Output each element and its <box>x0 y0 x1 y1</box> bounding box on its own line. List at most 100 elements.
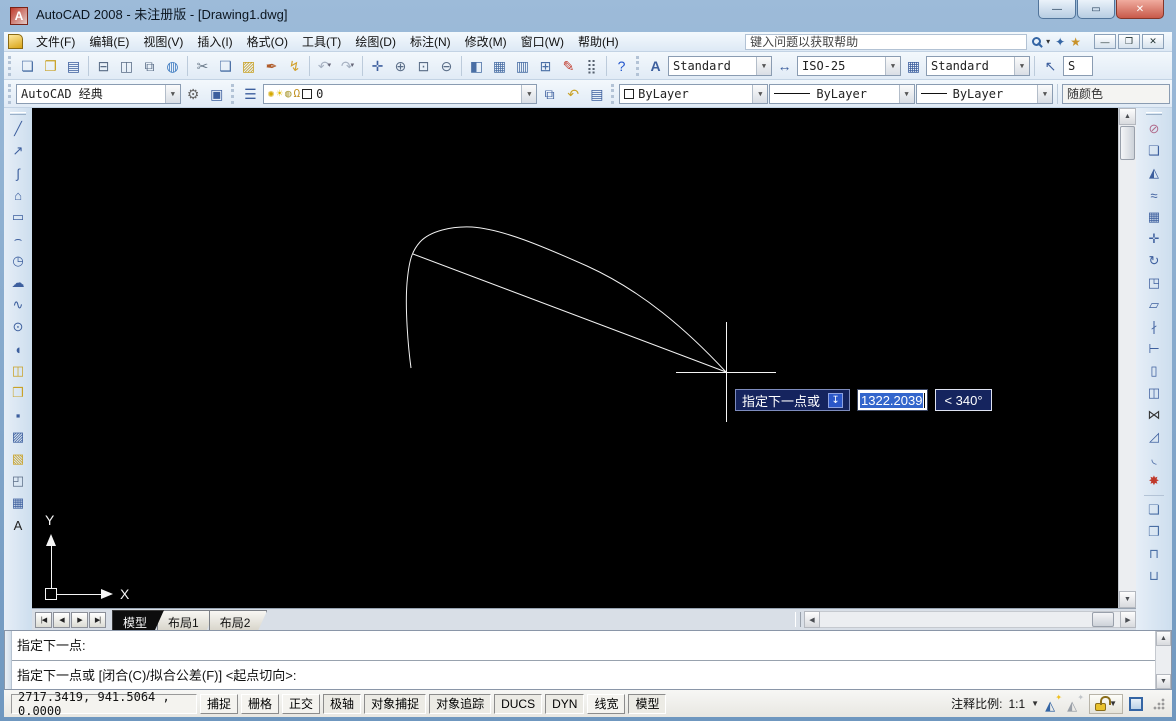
trim-button[interactable]: ∤ <box>1142 316 1166 338</box>
block-editor-button[interactable]: ↯ <box>283 54 306 77</box>
multiline-text-button[interactable]: A <box>6 514 30 536</box>
layer-previous-button[interactable]: ↶ <box>562 82 585 105</box>
chevron-down-icon[interactable]: ▼ <box>165 85 180 103</box>
tab-layout1[interactable]: 布局1 <box>157 610 216 630</box>
table-button[interactable]: ▦ <box>6 492 30 514</box>
spline-button[interactable]: ∿ <box>6 294 30 316</box>
search-icon[interactable] <box>1032 37 1041 46</box>
redo-button[interactable]: ↷▾ <box>336 54 359 77</box>
close-button[interactable]: ✕ <box>1116 0 1164 19</box>
dropdown-arrow-icon[interactable]: ▾ <box>351 62 355 69</box>
bring-above-objects-button[interactable]: ⊓ <box>1142 543 1166 565</box>
annotation-scale-dropdown-icon[interactable]: ▼ <box>1031 699 1039 708</box>
resize-grip[interactable] <box>1153 698 1165 710</box>
cut-button[interactable]: ✂ <box>191 54 214 77</box>
vertical-scroll-thumb[interactable] <box>1120 126 1135 160</box>
favorites-star-icon[interactable]: ★ <box>1070 35 1081 49</box>
join-button[interactable]: ⋈ <box>1142 404 1166 426</box>
explode-button[interactable]: ✸ <box>1142 470 1166 492</box>
toggle-otrack[interactable]: 对象追踪 <box>429 694 491 714</box>
tab-layout2[interactable]: 布局2 <box>209 610 268 630</box>
chevron-down-icon[interactable]: ▼ <box>1014 57 1029 75</box>
save-button[interactable]: ▤ <box>62 54 85 77</box>
horizontal-scroll-thumb[interactable] <box>1092 612 1114 627</box>
fillet-button[interactable]: ◟ <box>1142 448 1166 470</box>
maximize-button[interactable]: ▭ <box>1077 0 1115 19</box>
tab-first-button[interactable]: |◀ <box>35 612 52 628</box>
annotation-scale-value[interactable]: 1:1 <box>1008 697 1025 711</box>
menu-help[interactable]: 帮助(H) <box>571 31 626 52</box>
toolbar-grip[interactable] <box>611 84 614 104</box>
tool-palettes-button[interactable]: ▥ <box>511 54 534 77</box>
undo-button[interactable]: ↶▾ <box>313 54 336 77</box>
plot-style-combo[interactable]: 随颜色 <box>1062 84 1170 104</box>
search-dropdown-icon[interactable]: ▾ <box>1046 37 1050 46</box>
dim-style-combo[interactable]: ISO-25 ▼ <box>797 56 901 76</box>
dim-style-button[interactable]: ↔ <box>773 54 796 77</box>
dropdown-arrow-icon[interactable]: ▾ <box>328 62 332 69</box>
rotate-button[interactable]: ↻ <box>1142 250 1166 272</box>
break-button[interactable]: ◫ <box>1142 382 1166 404</box>
layer-lock-icon[interactable]: Ω <box>294 87 301 100</box>
markup-set-manager-button[interactable]: ✎ <box>557 54 580 77</box>
menu-edit[interactable]: 编辑(E) <box>82 31 136 52</box>
open-button[interactable]: ❐ <box>39 54 62 77</box>
scroll-down-icon[interactable]: ▼ <box>1119 591 1136 608</box>
send-under-objects-button[interactable]: ⊔ <box>1142 565 1166 587</box>
table-style-combo[interactable]: Standard ▼ <box>926 56 1030 76</box>
dyn-distance-input[interactable]: 1322.2039 <box>857 389 928 411</box>
scroll-up-icon[interactable]: ▲ <box>1156 631 1171 646</box>
chevron-down-icon[interactable]: ▼ <box>1037 85 1052 103</box>
array-button[interactable]: ▦ <box>1142 206 1166 228</box>
annotation-visibility-icon[interactable]: ◭✦ <box>1045 696 1061 712</box>
scroll-left-icon[interactable]: ◀ <box>804 611 820 628</box>
mdi-close-button[interactable]: ✕ <box>1142 34 1164 49</box>
menu-insert[interactable]: 插入(I) <box>190 31 239 52</box>
menu-draw[interactable]: 绘图(D) <box>348 31 403 52</box>
toolbar-grip[interactable] <box>636 56 639 76</box>
toggle-ducs[interactable]: DUCS <box>494 694 542 714</box>
workspace-combo[interactable]: AutoCAD 经典 ▼ <box>16 84 181 104</box>
erase-button[interactable]: ⊘ <box>1142 118 1166 140</box>
clean-screen-icon[interactable] <box>1129 697 1143 711</box>
drawing-canvas[interactable]: 指定下一点或 ↧ 1322.2039 < 340° <box>32 108 1118 608</box>
extend-button[interactable]: ⊢ <box>1142 338 1166 360</box>
hatch-button[interactable]: ▨ <box>6 426 30 448</box>
offset-button[interactable]: ≈ <box>1142 184 1166 206</box>
plot-button[interactable]: ⊟ <box>92 54 115 77</box>
ellipse-arc-button[interactable]: ◖ <box>6 338 30 360</box>
insert-block-button[interactable]: ◫ <box>6 360 30 382</box>
menu-tools[interactable]: 工具(T) <box>295 31 348 52</box>
menu-file[interactable]: 文件(F) <box>29 31 82 52</box>
designcenter-button[interactable]: ▦ <box>488 54 511 77</box>
toggle-ortho[interactable]: 正交 <box>282 694 320 714</box>
chevron-down-icon[interactable]: ▼ <box>521 85 536 103</box>
circle-button[interactable]: ◷ <box>6 250 30 272</box>
break-at-point-button[interactable]: ▯ <box>1142 360 1166 382</box>
sheet-set-manager-button[interactable]: ⊞ <box>534 54 557 77</box>
copy-object-button[interactable]: ❑ <box>1142 140 1166 162</box>
scrollbar-splitter[interactable] <box>795 612 801 627</box>
zoom-previous-button[interactable]: ⊖ <box>435 54 458 77</box>
annotation-autoscale-icon[interactable]: ◭✦ <box>1067 696 1083 712</box>
chevron-down-icon[interactable]: ▼ <box>756 57 771 75</box>
horizontal-scrollbar[interactable]: ◀ ▶ <box>795 611 1136 628</box>
copy-button[interactable]: ❑ <box>214 54 237 77</box>
mirror-button[interactable]: ◭ <box>1142 162 1166 184</box>
revision-cloud-button[interactable]: ☁ <box>6 272 30 294</box>
scale-button[interactable]: ◳ <box>1142 272 1166 294</box>
menu-view[interactable]: 视图(V) <box>136 31 190 52</box>
toolbar-grip[interactable] <box>1146 112 1162 115</box>
table-style-button[interactable]: ▦ <box>902 54 925 77</box>
multileader-style-combo[interactable]: S <box>1063 56 1093 76</box>
command-prompt-line[interactable]: 指定下一点或 [闭合(C)/拟合公差(F)] <起点切向>: <box>12 661 1155 690</box>
zoom-realtime-button[interactable]: ⊕ <box>389 54 412 77</box>
point-button[interactable]: ▪ <box>6 404 30 426</box>
title-bar[interactable]: A AutoCAD 2008 - 未注册版 - [Drawing1.dwg] —… <box>4 0 1172 32</box>
zoom-window-button[interactable]: ⊡ <box>412 54 435 77</box>
menu-dimension[interactable]: 标注(N) <box>403 31 458 52</box>
help-button[interactable]: ? <box>610 54 633 77</box>
tab-model[interactable]: 模型 <box>112 610 164 630</box>
gradient-button[interactable]: ▧ <box>6 448 30 470</box>
scroll-up-icon[interactable]: ▲ <box>1119 108 1136 125</box>
